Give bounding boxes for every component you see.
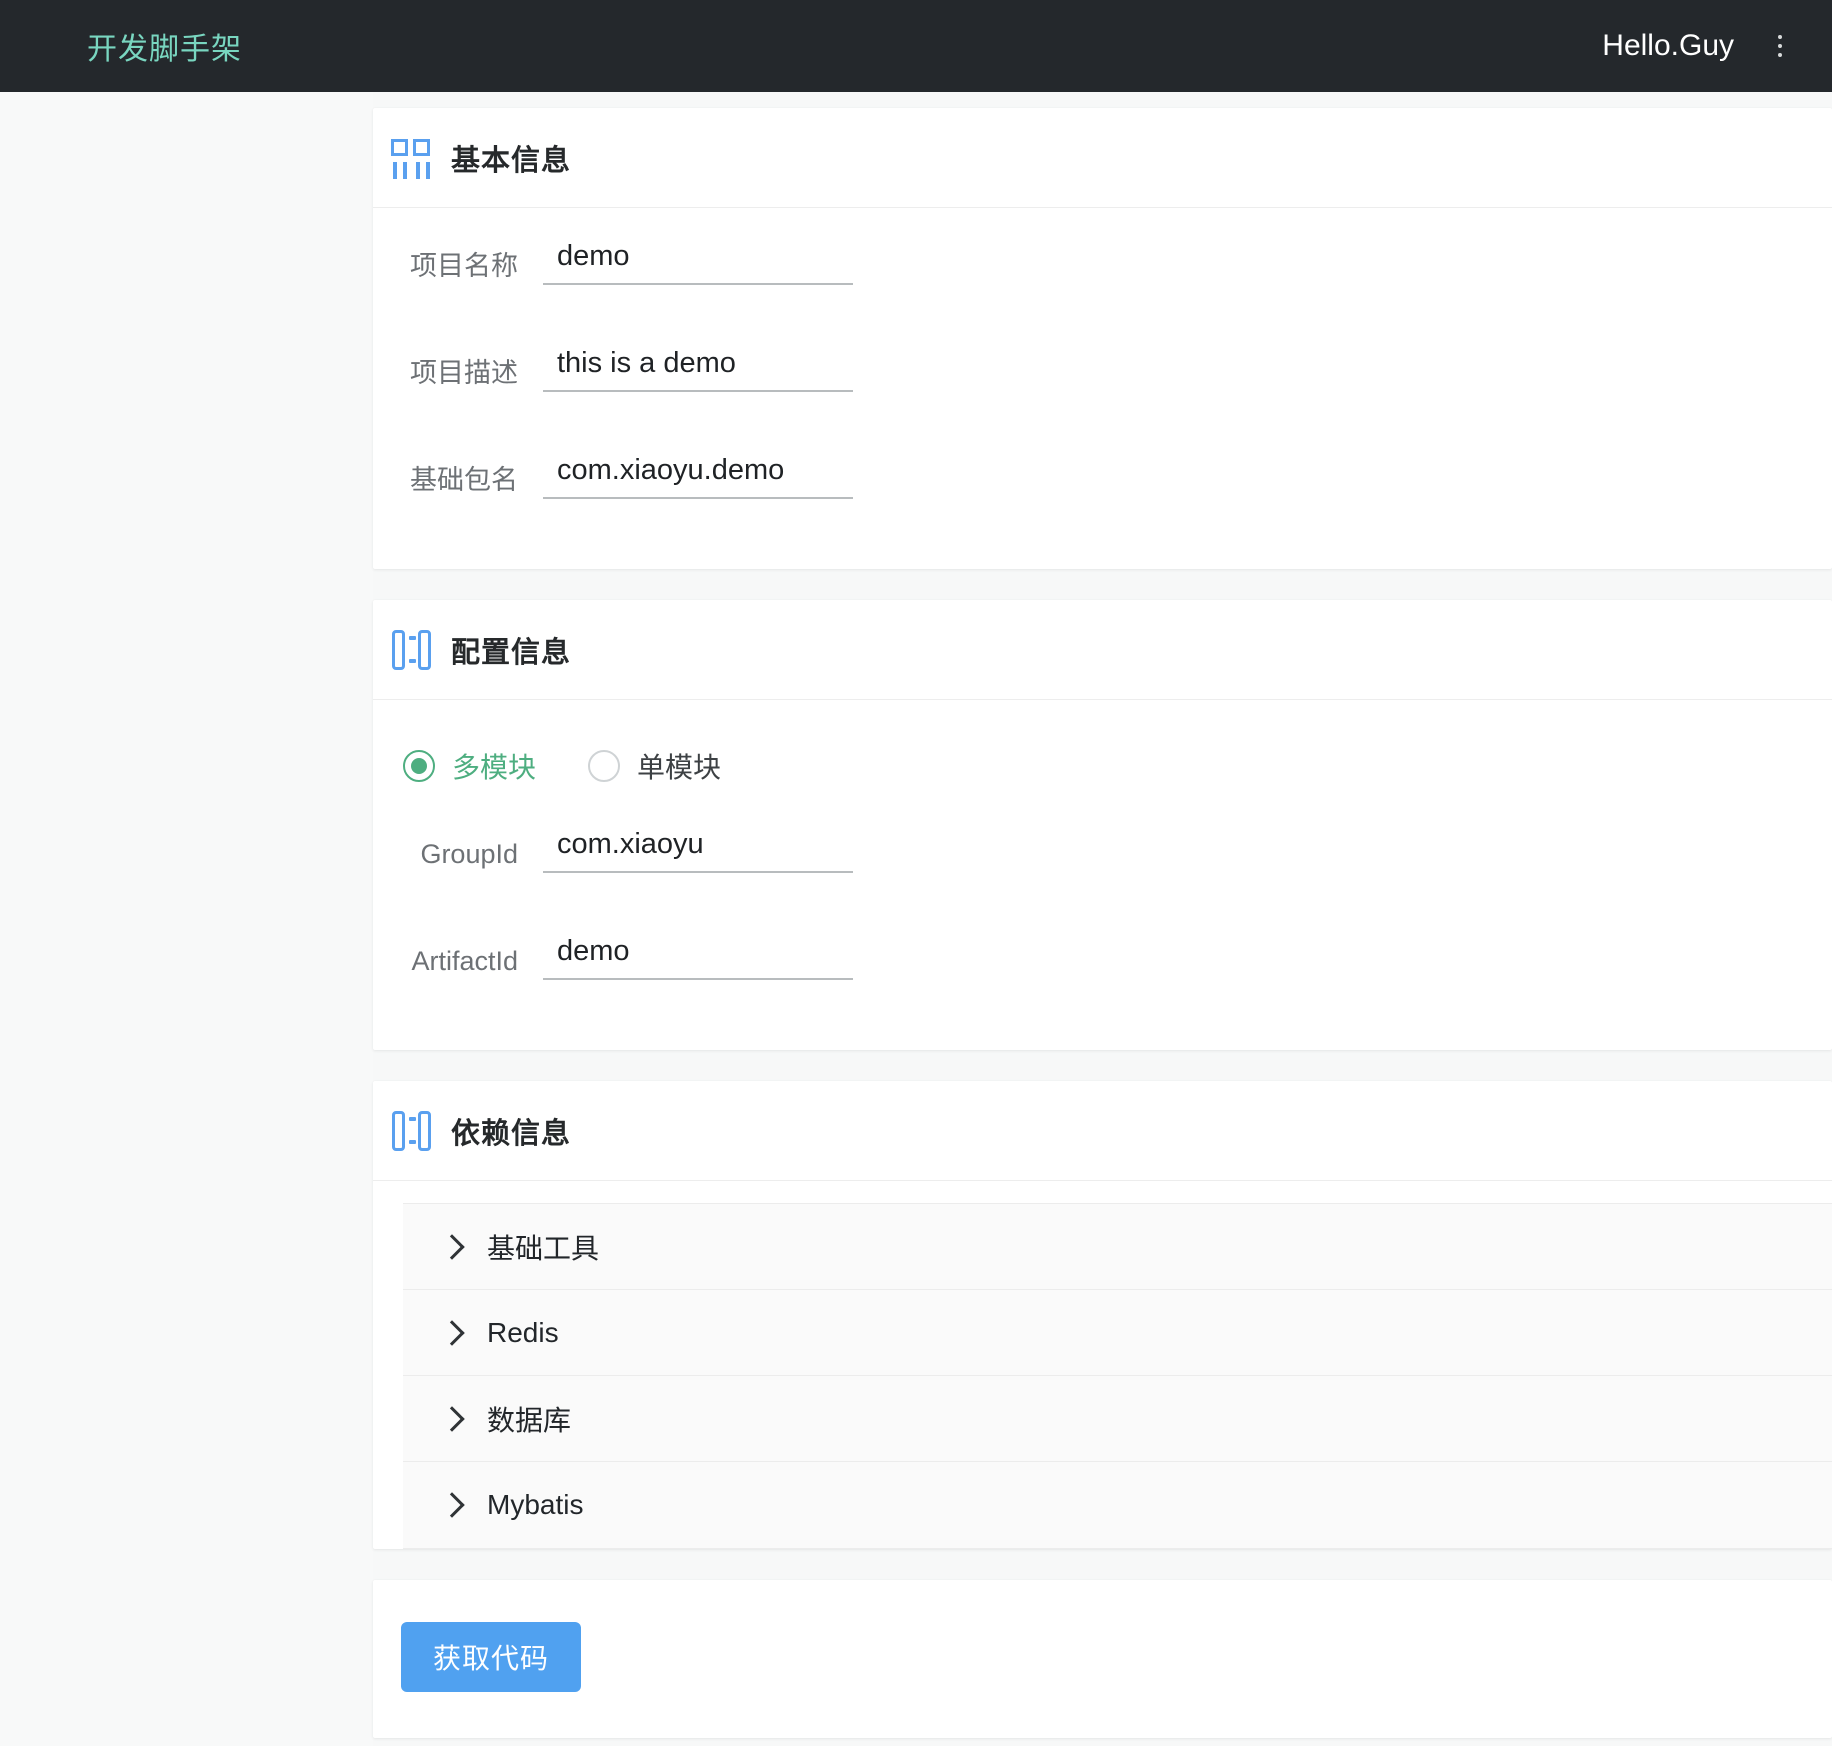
field-artifact-id [543, 921, 853, 980]
label-artifact-id: ArtifactId [411, 946, 518, 976]
columns-layout-icon [391, 629, 433, 671]
dot [1778, 44, 1782, 48]
generate-code-button[interactable]: 获取代码 [401, 1622, 582, 1692]
card-dependency-info: 依赖信息 基础工具 Redis 数据库 Mybatis [373, 1081, 1832, 1549]
card-config-info: 配置信息 多模块 单模块 GroupId com.xiaoyu Artifact… [373, 600, 1832, 1050]
icon-dash [409, 635, 416, 640]
radio-single-module-label: 单模块 [637, 752, 722, 783]
collapse-item-redis[interactable]: Redis [403, 1290, 1832, 1376]
icon-column [418, 629, 431, 670]
columns-layout-icon [391, 1110, 433, 1152]
user-greeting[interactable]: Hello.Guy [1602, 29, 1734, 63]
icon-column [392, 1110, 405, 1151]
card-basic-info-body: 项目名称 项目描述 基础包名 [373, 208, 1832, 569]
form-layout-icon [391, 137, 433, 179]
label-project-name: 项目名称 [410, 251, 518, 281]
form-row-base-package: 基础包名 [373, 440, 1832, 547]
radio-single-module[interactable]: 单模块 [588, 746, 721, 786]
module-type-radio-group: 多模块 单模块 [373, 718, 1832, 814]
radio-mark-icon [588, 750, 621, 782]
form-row-project-description: 项目描述 [373, 333, 1832, 440]
radio-multi-module-label: 多模块 [452, 752, 537, 783]
card-basic-info: 基本信息 项目名称 项目描述 基础包名 [373, 108, 1832, 569]
dot [1778, 53, 1782, 57]
input-project-description[interactable] [543, 333, 853, 392]
card-config-info-title: 配置信息 [451, 636, 572, 669]
icon-column [418, 1110, 431, 1151]
label-project-description: 项目描述 [410, 358, 518, 388]
card-config-info-body: 多模块 单模块 GroupId ArtifactId [373, 700, 1832, 1050]
label-group-id: GroupId [420, 839, 518, 869]
collapse-item-label: Mybatis [487, 1489, 584, 1520]
icon-square [413, 138, 430, 156]
radio-multi-module[interactable]: 多模块 [403, 746, 536, 786]
label-base-package: 基础包名 [410, 465, 518, 495]
icon-bar [416, 161, 420, 179]
chevron-right-icon [439, 1233, 465, 1260]
dot [1778, 35, 1782, 39]
main-content: 基本信息 项目名称 项目描述 基础包名 [373, 92, 1832, 1746]
card-dependency-info-title: 依赖信息 [451, 1117, 572, 1150]
collapse-item-basic-tools[interactable]: 基础工具 [403, 1204, 1832, 1290]
input-group-id[interactable] [543, 814, 853, 873]
icon-dash [409, 1139, 416, 1144]
icon-bar [403, 161, 407, 179]
form-row-project-name: 项目名称 [373, 226, 1832, 333]
card-config-info-header: 配置信息 [373, 600, 1832, 700]
icon-dash [409, 658, 416, 663]
chevron-right-icon [439, 1492, 465, 1518]
icon-square [391, 138, 408, 156]
chevron-right-icon [439, 1319, 465, 1346]
icon-bar [426, 161, 430, 179]
radio-mark-icon [403, 750, 435, 782]
field-project-description [543, 333, 853, 392]
page-body: 基本信息 项目名称 项目描述 基础包名 [0, 92, 1832, 1746]
vertical-dots-icon[interactable] [1756, 22, 1804, 70]
card-basic-info-title: 基本信息 [451, 144, 572, 177]
field-base-package [543, 440, 853, 499]
collapse-item-mybatis[interactable]: Mybatis [403, 1462, 1832, 1548]
app-brand-title[interactable]: 开发脚手架 [87, 24, 242, 68]
field-project-name [543, 226, 853, 285]
input-artifact-id[interactable] [543, 921, 853, 980]
card-basic-info-header: 基本信息 [373, 108, 1832, 208]
card-dependency-info-header: 依赖信息 [373, 1081, 1832, 1181]
form-row-group-id: GroupId [373, 814, 1832, 921]
field-group-id [543, 814, 853, 873]
dependency-collapse-list: 基础工具 Redis 数据库 Mybatis [403, 1203, 1832, 1549]
collapse-item-label: Redis [487, 1316, 559, 1348]
form-row-artifact-id: ArtifactId [373, 921, 1832, 1028]
collapse-item-label: 数据库 [487, 1404, 572, 1436]
chevron-right-icon [439, 1405, 465, 1432]
input-project-name[interactable] [543, 226, 853, 285]
card-submit: 获取代码 [373, 1580, 1832, 1738]
top-navbar: 开发脚手架 Hello.Guy [0, 0, 1832, 92]
navbar-right-group: Hello.Guy [1602, 22, 1804, 70]
icon-bar [393, 161, 397, 179]
icon-column [392, 629, 405, 670]
icon-dash [409, 1116, 416, 1121]
input-base-package[interactable] [543, 440, 853, 499]
collapse-item-label: 基础工具 [487, 1232, 600, 1264]
collapse-item-database[interactable]: 数据库 [403, 1376, 1832, 1462]
